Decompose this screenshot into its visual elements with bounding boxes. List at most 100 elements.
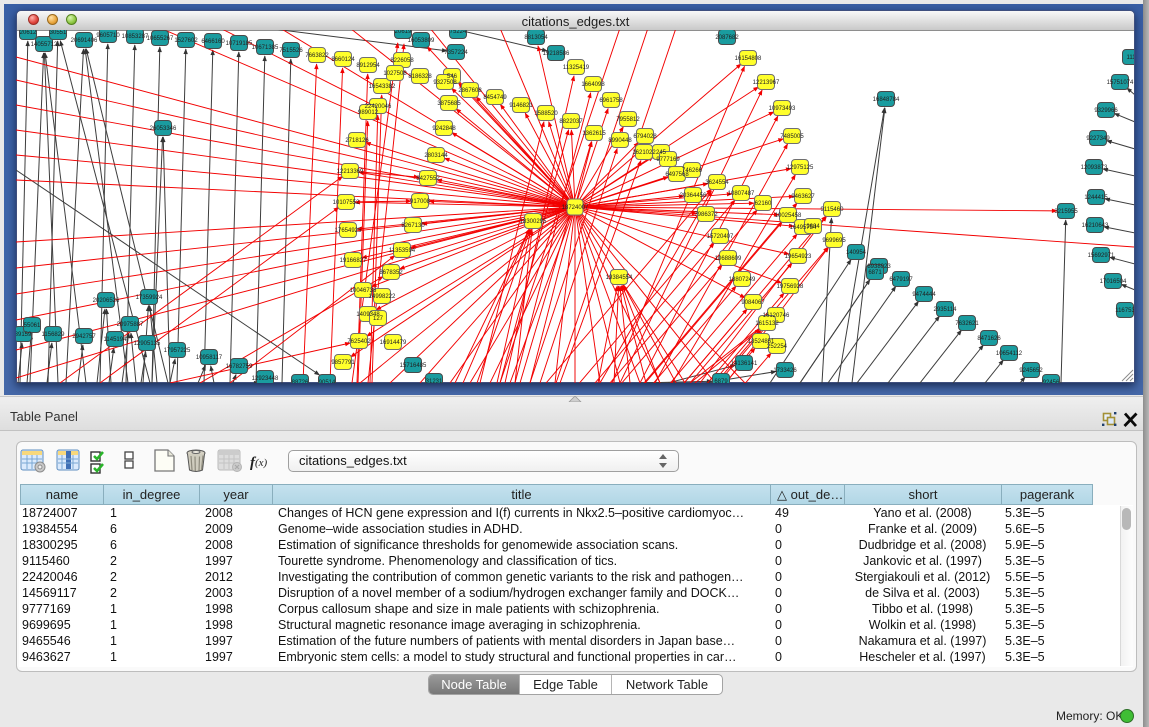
svg-text:20206526: 20206526 <box>93 298 120 304</box>
svg-text:12213369: 12213369 <box>337 169 364 175</box>
svg-text:1615132: 1615132 <box>755 321 779 327</box>
svg-text:2087682: 2087682 <box>715 35 739 41</box>
svg-text:12975125: 12975125 <box>787 165 814 171</box>
svg-text:6479197: 6479197 <box>889 277 913 283</box>
svg-text:1527602: 1527602 <box>174 38 198 44</box>
svg-text:2867608: 2867608 <box>458 88 482 94</box>
svg-text:9605710: 9605710 <box>96 33 120 39</box>
svg-text:7632621: 7632621 <box>955 321 979 327</box>
svg-text:3624554: 3624554 <box>705 180 729 186</box>
svg-text:10654112: 10654112 <box>996 351 1023 357</box>
svg-text:30551: 30551 <box>50 30 67 36</box>
svg-text:9329966: 9329966 <box>1094 108 1118 114</box>
svg-text:18300295: 18300295 <box>520 219 547 225</box>
svg-text:90514: 90514 <box>319 380 336 383</box>
svg-text:8471626: 8471626 <box>977 336 1001 342</box>
svg-text:140954: 140954 <box>846 250 867 256</box>
svg-text:19166827: 19166827 <box>340 258 367 264</box>
svg-text:9084067: 9084067 <box>741 300 765 306</box>
svg-text:9227349: 9227349 <box>1086 136 1110 142</box>
svg-text:10807487: 10807487 <box>728 191 755 197</box>
svg-text:88726: 88726 <box>292 380 309 383</box>
svg-text:9146821: 9146821 <box>509 103 533 109</box>
svg-text:55061: 55061 <box>24 323 41 329</box>
svg-text:17016504: 17016504 <box>1100 279 1127 285</box>
svg-text:14136141: 14136141 <box>731 361 758 367</box>
svg-text:6794028: 6794028 <box>633 134 657 140</box>
svg-text:10671385: 10671385 <box>252 45 279 51</box>
svg-text:2718126: 2718126 <box>345 138 369 144</box>
svg-text:1156829: 1156829 <box>42 332 66 338</box>
svg-text:19756928: 19756928 <box>777 284 804 290</box>
svg-text:16782759: 16782759 <box>226 364 253 370</box>
svg-text:19654923: 19654923 <box>785 254 812 260</box>
svg-text:16053809: 16053809 <box>408 38 435 44</box>
svg-text:10107552: 10107552 <box>333 200 360 206</box>
svg-text:8427552: 8427552 <box>416 176 440 182</box>
svg-text:7955812: 7955812 <box>616 117 640 123</box>
svg-text:15692971: 15692971 <box>1088 253 1115 259</box>
svg-text:26053346: 26053346 <box>150 126 177 132</box>
svg-text:7357224: 7357224 <box>444 50 468 56</box>
svg-text:17654925: 17654925 <box>335 228 362 234</box>
svg-text:7986372: 7986372 <box>694 212 718 218</box>
svg-text:1362615: 1362615 <box>582 131 606 137</box>
svg-text:9474444: 9474444 <box>912 292 936 298</box>
svg-text:8454749: 8454749 <box>483 95 507 101</box>
svg-text:16914479: 16914479 <box>380 340 407 346</box>
svg-text:1733426: 1733426 <box>773 368 797 374</box>
svg-text:252254: 252254 <box>767 344 788 350</box>
svg-text:2935114: 2935114 <box>934 307 958 313</box>
svg-text:9115460: 9115460 <box>821 207 845 213</box>
svg-text:9604: 9604 <box>806 224 820 230</box>
svg-text:10719185: 10719185 <box>226 41 253 47</box>
svg-text:9777169: 9777169 <box>656 157 680 163</box>
svg-text:12093873: 12093873 <box>1081 165 1108 171</box>
svg-text:18724007: 18724007 <box>562 205 589 211</box>
svg-text:3215955: 3215955 <box>1054 209 1078 215</box>
svg-text:2942757: 2942757 <box>72 334 96 340</box>
svg-text:17957225: 17957225 <box>164 348 191 354</box>
svg-text:20691406: 20691406 <box>71 38 98 44</box>
svg-text:1244415: 1244415 <box>1084 195 1108 201</box>
svg-text:20612: 20612 <box>20 30 37 36</box>
svg-text:8186328: 8186328 <box>408 74 432 80</box>
svg-text:746266: 746266 <box>682 168 703 174</box>
svg-text:9699695: 9699695 <box>822 238 846 244</box>
svg-text:1588520: 1588520 <box>534 111 558 117</box>
svg-text:9463627: 9463627 <box>791 194 815 200</box>
svg-text:111: 111 <box>1126 55 1134 61</box>
svg-text:10655267: 10655267 <box>147 36 174 42</box>
svg-text:12905135: 12905135 <box>134 341 161 347</box>
svg-text:14055712: 14055712 <box>31 42 58 48</box>
svg-text:245: 245 <box>656 150 667 156</box>
svg-text:1621022: 1621022 <box>632 150 656 156</box>
svg-text:2803144: 2803144 <box>424 153 448 159</box>
svg-text:16543382: 16543382 <box>369 84 396 90</box>
svg-text:20975887: 20975887 <box>117 322 144 328</box>
svg-text:16848784: 16848784 <box>873 97 900 103</box>
svg-text:9857791: 9857791 <box>331 360 355 366</box>
svg-text:92456: 92456 <box>1043 380 1060 383</box>
svg-text:18807249: 18807249 <box>729 277 756 283</box>
svg-text:20364456: 20364456 <box>680 193 707 199</box>
svg-text:15751074: 15751074 <box>1107 80 1134 86</box>
svg-text:8813054: 8813054 <box>524 35 548 41</box>
svg-text:7663822: 7663822 <box>305 53 329 59</box>
svg-text:20619: 20619 <box>395 30 412 35</box>
svg-text:1145194: 1145194 <box>104 337 128 343</box>
svg-text:62160: 62160 <box>755 201 772 207</box>
svg-text:9327508: 9327508 <box>433 80 457 86</box>
svg-text:8660124: 8660124 <box>331 57 355 63</box>
svg-text:10688609: 10688609 <box>715 256 742 262</box>
svg-text:39159: 39159 <box>16 332 32 338</box>
svg-text:31231: 31231 <box>426 379 443 383</box>
svg-text:10958117: 10958117 <box>196 355 223 361</box>
svg-text:6871: 6871 <box>868 270 882 276</box>
svg-text:12213967: 12213967 <box>753 80 780 86</box>
svg-text:17359924: 17359924 <box>136 295 163 301</box>
svg-text:9245652: 9245652 <box>1019 368 1043 374</box>
svg-text:6466160: 6466160 <box>201 39 225 45</box>
svg-text:8912954: 8912954 <box>356 63 380 69</box>
svg-text:3875685: 3875685 <box>437 101 461 107</box>
